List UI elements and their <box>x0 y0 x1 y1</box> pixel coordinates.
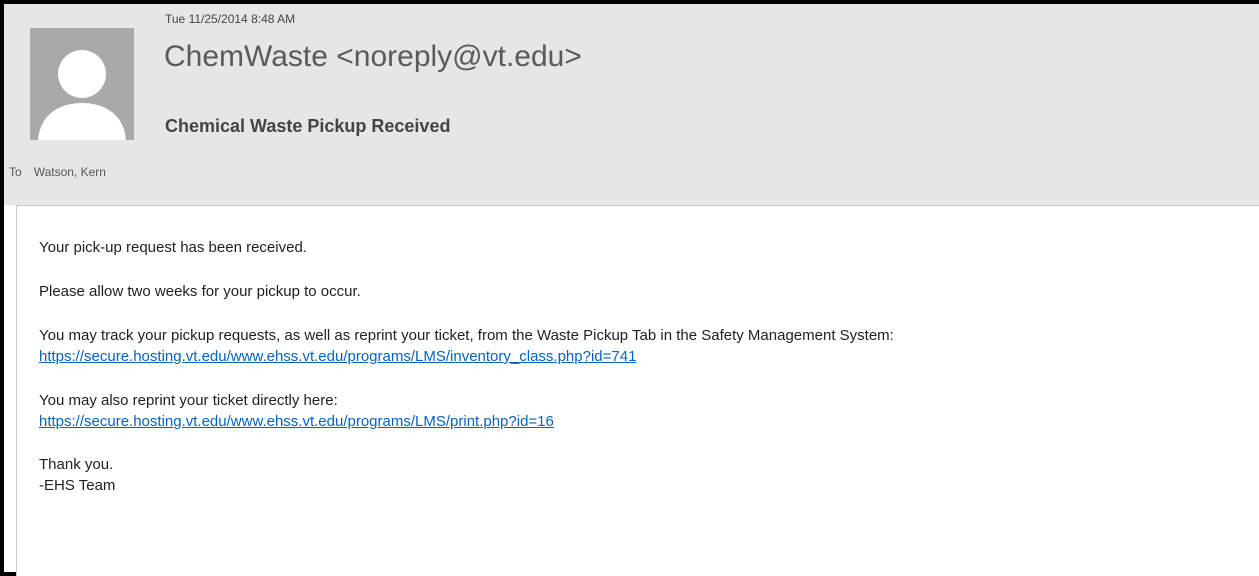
person-silhouette-icon <box>30 28 134 140</box>
to-label: To <box>9 165 22 179</box>
body-line-thanks: Thank you. <box>39 456 114 473</box>
body-line-allow: Please allow two weeks for your pickup t… <box>39 283 361 300</box>
inventory-link[interactable]: https://secure.hosting.vt.edu/www.ehss.v… <box>39 346 636 367</box>
message-subject: Chemical Waste Pickup Received <box>165 116 451 136</box>
body-line-reprint: You may also reprint your ticket directl… <box>39 392 338 409</box>
print-link[interactable]: https://secure.hosting.vt.edu/www.ehss.v… <box>39 411 554 432</box>
body-line-received: Your pick-up request has been received. <box>39 239 307 256</box>
sent-date: Tue 11/25/2014 8:48 AM <box>165 12 296 26</box>
recipient-name[interactable]: Watson, Kern <box>34 165 106 179</box>
message-body: Your pick-up request has been received. … <box>16 205 1259 576</box>
email-reading-pane: Tue 11/25/2014 8:48 AM ChemWaste <norepl… <box>0 0 1259 576</box>
body-line-track: You may track your pickup requests, as w… <box>39 327 894 344</box>
sender-name[interactable]: ChemWaste <noreply@vt.edu> <box>164 40 582 74</box>
recipient-row: To Watson, Kern <box>9 165 106 179</box>
inventory-link-text[interactable]: https://secure.hosting.vt.edu/www.ehss.v… <box>39 348 636 365</box>
message-header: Tue 11/25/2014 8:48 AM ChemWaste <norepl… <box>4 4 1259 205</box>
print-link-text[interactable]: https://secure.hosting.vt.edu/www.ehss.v… <box>39 413 554 430</box>
signature: -EHS Team <box>39 477 116 494</box>
